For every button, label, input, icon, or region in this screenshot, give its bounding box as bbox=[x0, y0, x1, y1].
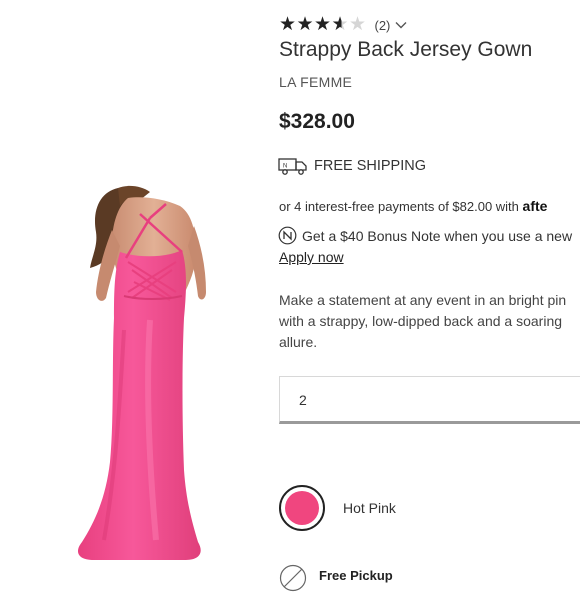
star-icon: ★ bbox=[314, 14, 332, 35]
star-icon: ★ bbox=[331, 14, 349, 35]
dress-back-view bbox=[78, 185, 206, 560]
product-title: Strappy Back Jersey Gown bbox=[279, 38, 533, 61]
star-icon: ★ bbox=[279, 14, 297, 35]
color-swatch-hot-pink[interactable] bbox=[279, 485, 325, 531]
chevron-down-icon[interactable] bbox=[394, 18, 408, 32]
description-line: Make a statement at any event in an brig… bbox=[279, 292, 567, 308]
afterpay-text: or 4 interest-free payments of $82.00 wi… bbox=[279, 199, 519, 214]
product-price: $328.00 bbox=[279, 110, 355, 133]
description-line: allure. bbox=[279, 334, 318, 350]
star-icon: ★ bbox=[349, 14, 367, 35]
product-rating[interactable]: ★ ★ ★ ★ ★ (2) bbox=[279, 14, 408, 36]
free-pickup-label: Free Pickup bbox=[319, 568, 393, 583]
free-shipping-info: N FREE SHIPPING bbox=[278, 156, 426, 176]
product-image[interactable] bbox=[0, 0, 270, 580]
star-icon: ★ bbox=[296, 14, 314, 35]
star-rating: ★ ★ ★ ★ ★ bbox=[279, 14, 367, 36]
review-count[interactable]: (2) bbox=[375, 18, 391, 33]
bonus-note-offer: Get a $40 Bonus Note when you use a new bbox=[278, 226, 572, 245]
bonus-note-text: Get a $40 Bonus Note when you use a new bbox=[302, 227, 573, 244]
afterpay-logo[interactable]: afte bbox=[523, 198, 548, 214]
description-line: with a strappy, low-dipped back and a so… bbox=[279, 313, 563, 329]
swatch-fill bbox=[285, 491, 319, 525]
afterpay-message: or 4 interest-free payments of $82.00 wi… bbox=[279, 198, 547, 214]
product-description: Make a statement at any event in an brig… bbox=[279, 290, 580, 353]
svg-text:N: N bbox=[283, 164, 287, 170]
pickup-unavailable-icon bbox=[279, 564, 307, 592]
quantity-select[interactable]: 2 bbox=[279, 376, 580, 424]
note-icon bbox=[278, 226, 297, 245]
truck-icon: N bbox=[278, 158, 307, 175]
selected-color-label: Hot Pink bbox=[343, 500, 396, 516]
product-brand[interactable]: LA FEMME bbox=[279, 74, 352, 90]
apply-now-link[interactable]: Apply now bbox=[279, 249, 344, 265]
free-shipping-label: FREE SHIPPING bbox=[314, 158, 426, 174]
